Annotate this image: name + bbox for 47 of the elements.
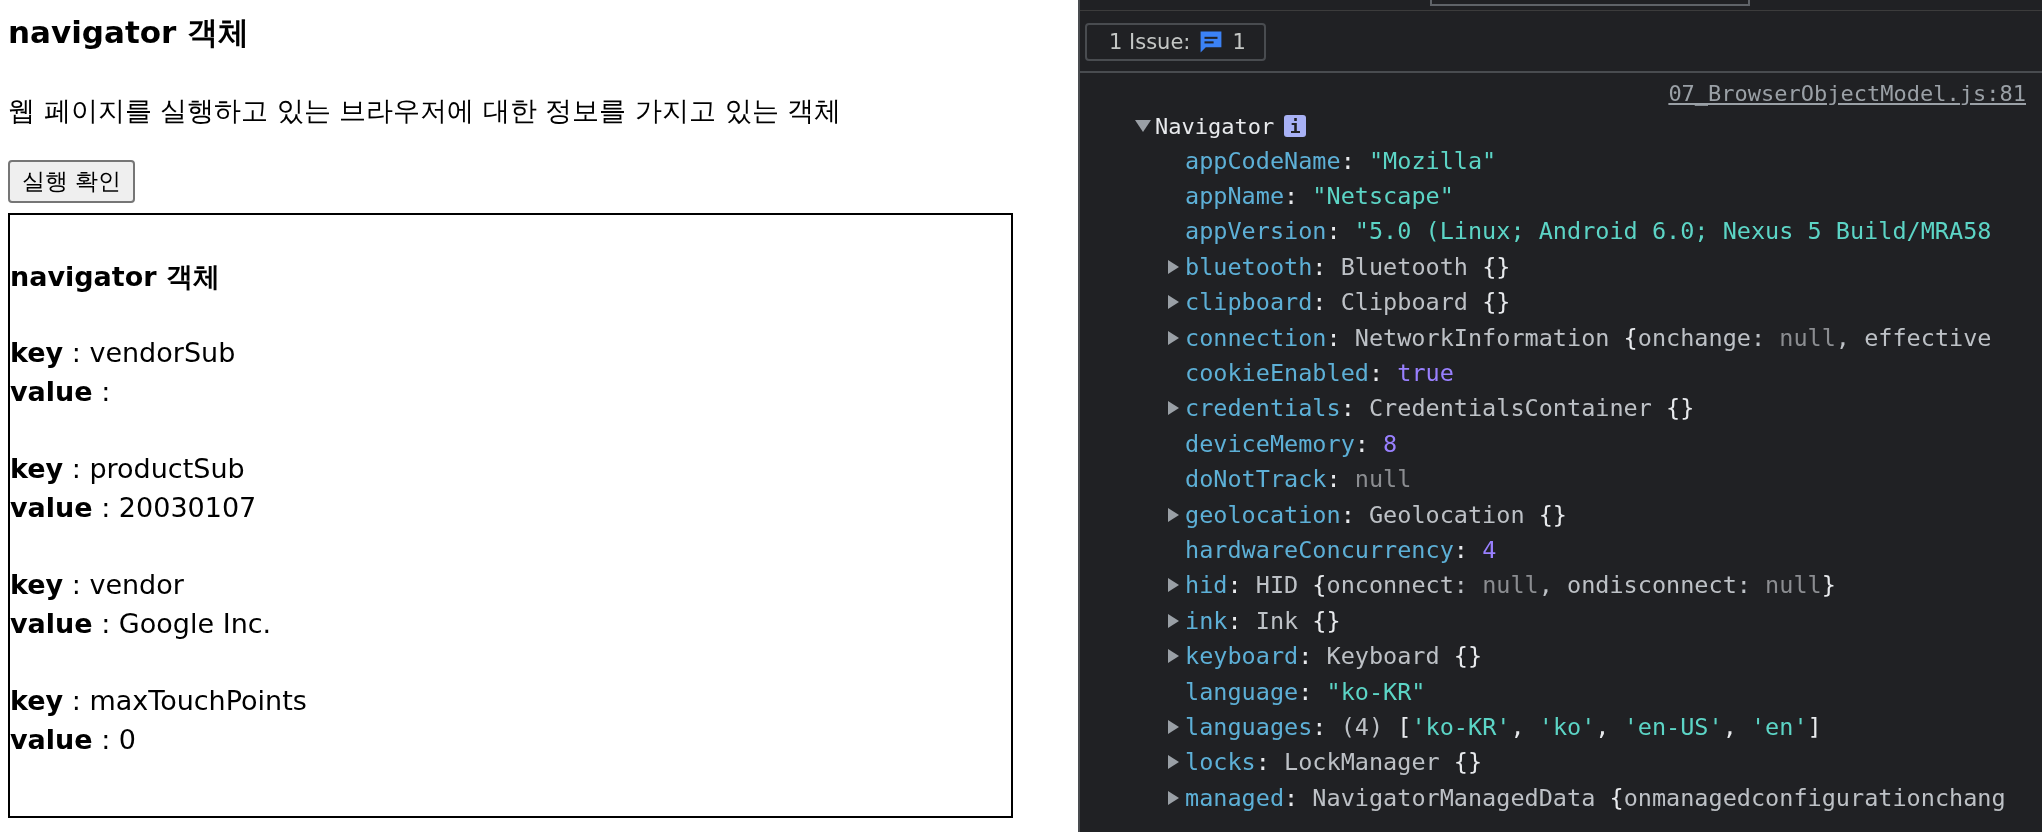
expand-triangle-icon[interactable] — [1168, 613, 1179, 628]
value-line: value : Google Inc. — [10, 607, 273, 641]
key-line: key : vendor — [10, 568, 185, 602]
run-button[interactable]: 실행 확인 — [8, 160, 136, 203]
property-text: hid: HID {onconnect: null, ondisconnect: null} — [1185, 570, 1836, 601]
property-text: appVersion: "5.0 (Linux; Android 6.0; Nexus 5 Build/MRA58 — [1185, 216, 1992, 247]
property-text: appCodeName: "Mozilla" — [1185, 145, 1497, 176]
property-text: appName: "Netscape" — [1185, 181, 1454, 212]
property-text: doNotTrack: null — [1185, 464, 1412, 495]
property-text: geolocation: Geolocation {} — [1185, 499, 1567, 530]
property-text: language: "ko-KR" — [1185, 676, 1426, 707]
key-line: key : maxTouchPoints — [10, 684, 308, 718]
expand-triangle-icon[interactable] — [1168, 790, 1179, 805]
property-text: deviceMemory: 8 — [1185, 428, 1398, 459]
expand-triangle-icon[interactable] — [1168, 401, 1179, 416]
property-text: hardwareConcurrency: 4 — [1185, 535, 1497, 565]
expand-triangle-icon[interactable] — [1168, 295, 1179, 310]
expand-triangle-icon[interactable] — [1168, 578, 1179, 593]
property-text: ink: Ink {} — [1185, 605, 1341, 636]
property-text: clipboard: Clipboard {} — [1185, 287, 1511, 318]
property-text: cookieEnabled: true — [1185, 358, 1454, 389]
property-text: languages: (4) ['ko-KR', 'ko', 'en-US', 'en'] — [1185, 711, 1822, 742]
property-text: managed: NavigatorManagedData {onmanagedconfigurationchang — [1185, 782, 2006, 813]
value-line: value : 20030107 — [10, 491, 258, 525]
property-text: locks: LockManager {} — [1185, 747, 1483, 778]
issues-button[interactable]: 1 Issue: 1 — [1085, 23, 1266, 61]
page-description: 웹 페이지를 실행하고 있는 브라우저에 대한 정보를 가지고 있는 객체 — [8, 94, 843, 128]
value-line: value : 0 — [10, 723, 138, 757]
source-link[interactable]: 07_BrowserObjectModel.js:81 — [1668, 79, 2026, 109]
value-line: value : — [10, 375, 112, 409]
key-line: key : vendorSub — [10, 336, 237, 370]
expand-triangle-icon[interactable] — [1168, 649, 1179, 664]
property-text: keyboard: Keyboard {} — [1185, 641, 1483, 672]
expand-triangle-icon[interactable] — [1168, 259, 1179, 274]
expand-triangle-icon[interactable] — [1168, 719, 1179, 734]
property-text: credentials: CredentialsContainer {} — [1185, 393, 1695, 424]
info-badge[interactable]: i — [1284, 115, 1307, 137]
property-text: connection: NetworkInformation {onchange: null, effective — [1185, 322, 1992, 353]
expand-triangle-icon[interactable] — [1168, 755, 1179, 770]
object-name: Navigator — [1155, 113, 1275, 139]
property-text: bluetooth: Bluetooth {} — [1185, 251, 1511, 282]
expand-triangle-icon[interactable] — [1168, 507, 1179, 522]
expand-triangle-icon[interactable] — [1168, 330, 1179, 345]
expand-triangle-icon[interactable] — [1135, 120, 1151, 132]
key-line: key : productSub — [10, 452, 246, 486]
page-title: navigator 객체 — [8, 13, 251, 52]
output-heading: navigator 객체 — [10, 260, 220, 294]
